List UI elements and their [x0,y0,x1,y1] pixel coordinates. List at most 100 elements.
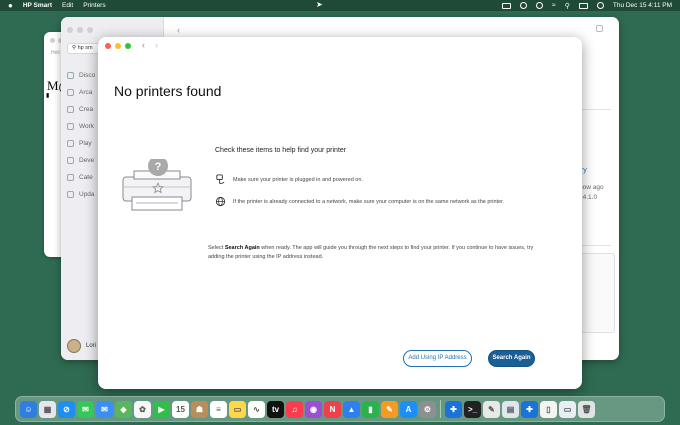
podcasts-icon[interactable]: ◉ [305,400,322,418]
instructions-bold: Search Again [224,245,260,251]
window-icon[interactable]: ▭ [559,400,576,418]
menu-clock[interactable]: Thu Dec 15 4:11 PM [613,2,672,9]
messages-icon[interactable]: ✉ [77,400,94,418]
photos-icon[interactable]: ✿ [134,400,151,418]
dock: ☺ ▦ ⊘ ✉ ✉ ◆ ✿ ▶ 15 ☗ ≡ ▭ ∿ tv ♫ ◉ N ▲ ▮ ✎ A ⚙ ✚ >_ ✎ ▤ ✚ ▯ ▭ 🗑 [15,396,665,422]
download-icon [67,191,74,198]
sidebar-item-work[interactable]: Work [67,118,95,135]
sidebar-item-arcade[interactable]: Arca [67,84,95,101]
safari-icon[interactable]: ⊘ [58,400,75,418]
app-menu[interactable]: HP Smart [23,2,52,9]
hint-power: Make sure your printer is plugged in and… [215,174,363,185]
svg-text:?: ? [155,161,162,173]
hp-smart-running-icon[interactable]: ✚ [521,400,538,418]
pages-icon[interactable]: ✎ [381,400,398,418]
focus-icon[interactable] [535,2,543,9]
facetime-icon[interactable]: ▶ [153,400,170,418]
power-plug-icon [216,174,225,184]
sidebar-item-label: Disco [79,72,96,79]
window-controls [105,43,131,49]
menu-bar: ● HP Smart Edit Printers ➤ ≈ ⚲ Thu Dec 1… [0,0,680,11]
edit-menu[interactable]: Edit [62,2,73,9]
hp-smart-icon[interactable]: ✚ [445,400,462,418]
sidebar-item-label: Deve [79,157,95,164]
control-center-icon[interactable] [578,2,588,9]
sidebar-item-label: Arca [79,89,93,96]
hint-network: If the printer is already connected to a… [215,196,504,207]
document-icon[interactable]: ▯ [540,400,557,418]
add-using-ip-button[interactable]: Add Using IP Address [403,350,472,367]
update-time: now ago [579,184,604,191]
grid-icon [67,174,74,181]
printers-menu[interactable]: Printers [83,2,105,9]
battery-icon[interactable] [501,2,511,9]
contacts-icon[interactable]: ☗ [191,400,208,418]
play-status-icon[interactable] [519,2,527,9]
system-settings-icon[interactable]: ⚙ [419,400,436,418]
sidebar-item-label: Play [79,140,92,147]
instructions-prefix: Select [208,245,225,251]
sidebar-item-categories[interactable]: Cate [67,169,95,186]
window-controls [67,27,93,33]
globe-icon [215,196,226,207]
script-editor-icon[interactable]: ✎ [483,400,500,418]
apple-menu-icon[interactable]: ● [8,1,13,10]
store-nav: Disco Arca Crea Work Play Deve Cate Upda [67,67,95,203]
avatar[interactable] [67,339,81,353]
document-header-text: Heli [51,50,60,56]
star-icon [67,72,74,79]
sidebar-item-updates[interactable]: Upda [67,186,95,203]
search-menu-icon[interactable]: ⚲ [565,2,570,10]
search-again-button[interactable]: Search Again [488,350,535,367]
sidebar-item-label: Crea [79,106,94,113]
sidebar-item-label: Upda [79,191,95,198]
forward-chevron-icon[interactable]: › [155,40,158,50]
music-icon[interactable]: ♫ [286,400,303,418]
arcade-icon [67,89,74,96]
finder-icon[interactable]: ☺ [20,400,37,418]
app-store-icon[interactable]: A [400,400,417,418]
sidebar-item-label: Work [79,123,95,130]
search-icon: ⚲ [72,45,77,51]
screenshot-panel [581,253,615,333]
freeform-icon[interactable]: ∿ [248,400,265,418]
search-value: hp sm [77,45,93,51]
wifi-icon[interactable]: ≈ [552,2,556,9]
news-icon[interactable]: N [324,400,341,418]
user-name[interactable]: Lori [86,343,96,349]
terminal-icon[interactable]: >_ [464,400,481,418]
rocket-icon [67,140,74,147]
mail-icon[interactable]: ✉ [96,400,113,418]
maps-icon[interactable]: ◆ [115,400,132,418]
siri-icon[interactable] [596,2,604,9]
notes-icon[interactable]: ▭ [229,400,246,418]
hints-heading: Check these items to help find your prin… [215,147,347,154]
launchpad-icon[interactable]: ▦ [39,400,56,418]
dock-separator [440,400,441,418]
paper-plane-icon [67,123,74,130]
brush-icon [67,106,74,113]
printer-illustration-icon: ? [122,159,192,211]
trash-icon[interactable]: 🗑 [578,400,595,418]
instructions-text: Select Search Again when ready. The app … [208,244,538,261]
minimize-button[interactable] [115,43,121,49]
numbers-icon[interactable]: ▮ [362,400,379,418]
tv-icon[interactable]: tv [267,400,284,418]
close-button[interactable] [105,43,111,49]
sidebar-item-create[interactable]: Crea [67,101,95,118]
keynote-icon[interactable]: ▲ [343,400,360,418]
preview-icon[interactable]: ▤ [502,400,519,418]
sidebar-item-develop[interactable]: Deve [67,152,95,169]
hammer-icon [67,157,74,164]
calendar-icon[interactable]: 15 [172,400,189,418]
back-chevron-icon[interactable]: ‹ [177,25,180,35]
hp-smart-window: ‹ › No printers found ? Check these item… [98,37,582,389]
back-chevron-icon[interactable]: ‹ [142,40,145,50]
sidebar-item-discover[interactable]: Disco [67,67,95,84]
sidebar-item-play[interactable]: Play [67,135,95,152]
reminders-icon[interactable]: ≡ [210,400,227,418]
hint-text: Make sure your printer is plugged in and… [233,176,363,183]
sidebar-item-label: Cate [79,174,93,181]
maximize-button[interactable] [125,43,131,49]
share-icon[interactable] [596,25,603,32]
